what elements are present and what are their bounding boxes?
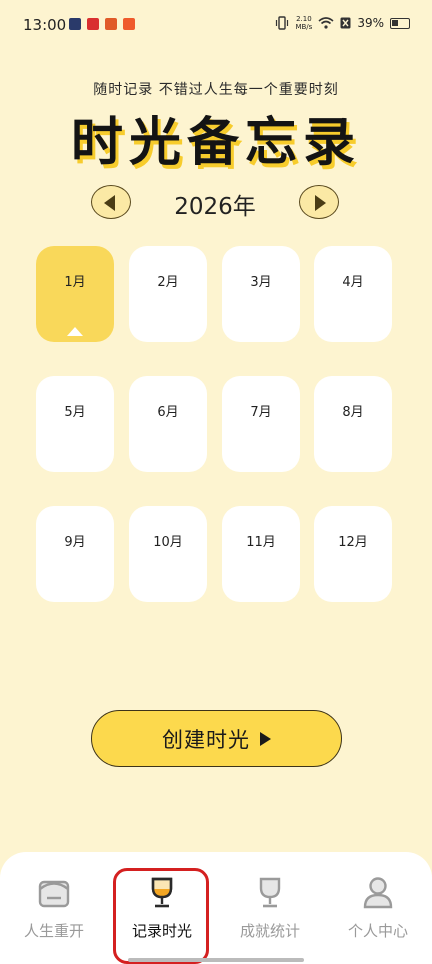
month-6-button[interactable]: 6月 bbox=[129, 376, 207, 472]
tab-life-restart[interactable]: 人生重开 bbox=[0, 852, 108, 964]
tab-achievements[interactable]: 成就统计 bbox=[216, 852, 324, 964]
year-nav: 2026年 bbox=[91, 182, 339, 222]
app-notification-icon bbox=[105, 18, 117, 30]
create-moment-button[interactable]: 创建时光 bbox=[91, 710, 342, 767]
month-label: 11月 bbox=[246, 535, 276, 550]
month-9-button[interactable]: 9月 bbox=[36, 506, 114, 602]
tab-label: 成就统计 bbox=[239, 922, 300, 940]
month-label: 5月 bbox=[64, 405, 86, 420]
month-label: 10月 bbox=[153, 535, 183, 550]
month-label: 3月 bbox=[250, 275, 272, 290]
status-time: 13:00 bbox=[23, 16, 67, 34]
triangle-left-icon bbox=[104, 195, 115, 211]
month-label: 1月 bbox=[64, 275, 86, 290]
month-2-button[interactable]: 2月 bbox=[129, 246, 207, 342]
next-year-button[interactable] bbox=[299, 185, 339, 219]
month-label: 2月 bbox=[157, 275, 179, 290]
play-icon bbox=[260, 731, 271, 746]
app-notification-icon bbox=[87, 18, 99, 30]
trophy-icon bbox=[151, 877, 173, 908]
month-label: 4月 bbox=[342, 275, 364, 290]
tab-label: 个人中心 bbox=[347, 922, 408, 940]
vibrate-icon bbox=[276, 16, 289, 30]
month-8-button[interactable]: 8月 bbox=[314, 376, 392, 472]
network-speed: 2.10 MB/s bbox=[295, 15, 312, 31]
tab-record-time[interactable]: 记录时光 bbox=[108, 852, 216, 964]
month-7-button[interactable]: 7月 bbox=[222, 376, 300, 472]
status-bar: 13:00 2.10 MB/s 39% bbox=[0, 0, 432, 50]
network-speed-value: 2.10 bbox=[296, 15, 312, 23]
app-notification-icon bbox=[69, 18, 81, 30]
app-notification-icon bbox=[123, 18, 135, 30]
battery-icon bbox=[390, 17, 410, 29]
page-title: 时光备忘录 bbox=[70, 113, 361, 173]
month-label: 6月 bbox=[157, 405, 179, 420]
month-3-button[interactable]: 3月 bbox=[222, 246, 300, 342]
create-button-label: 创建时光 bbox=[162, 727, 250, 752]
year-label: 2026年 bbox=[174, 194, 256, 220]
month-1-button[interactable]: 1月 bbox=[36, 246, 114, 342]
tab-profile[interactable]: 个人中心 bbox=[324, 852, 432, 964]
month-label: 9月 bbox=[64, 535, 86, 550]
month-label: 12月 bbox=[338, 535, 368, 550]
month-10-button[interactable]: 10月 bbox=[129, 506, 207, 602]
prev-year-button[interactable] bbox=[91, 185, 131, 219]
tab-label: 记录时光 bbox=[131, 922, 192, 940]
month-5-button[interactable]: 5月 bbox=[36, 376, 114, 472]
app-screen: 13:00 2.10 MB/s 39% 随时记录 不错过人生每一个重要时刻 时光… bbox=[0, 0, 432, 964]
triangle-right-icon bbox=[315, 195, 326, 211]
tab-label: 人生重开 bbox=[23, 922, 84, 940]
battery-percent: 39% bbox=[357, 16, 384, 30]
month-12-button[interactable]: 12月 bbox=[314, 506, 392, 602]
subtitle: 随时记录 不错过人生每一个重要时刻 bbox=[93, 82, 339, 98]
trophy-icon bbox=[259, 877, 281, 908]
box-icon bbox=[38, 880, 70, 908]
status-indicators: 2.10 MB/s 39% bbox=[275, 15, 410, 31]
wifi-icon bbox=[318, 17, 334, 29]
network-speed-unit: MB/s bbox=[295, 23, 313, 31]
month-4-button[interactable]: 4月 bbox=[314, 246, 392, 342]
month-label: 7月 bbox=[250, 405, 272, 420]
bottom-nav: 人生重开 记录时光 成就统计 个人中心 bbox=[0, 852, 432, 964]
home-indicator[interactable] bbox=[128, 958, 304, 962]
sim-off-icon bbox=[340, 17, 351, 29]
person-icon bbox=[363, 877, 393, 909]
month-11-button[interactable]: 11月 bbox=[222, 506, 300, 602]
month-label: 8月 bbox=[342, 405, 364, 420]
selected-indicator-icon bbox=[67, 327, 83, 336]
